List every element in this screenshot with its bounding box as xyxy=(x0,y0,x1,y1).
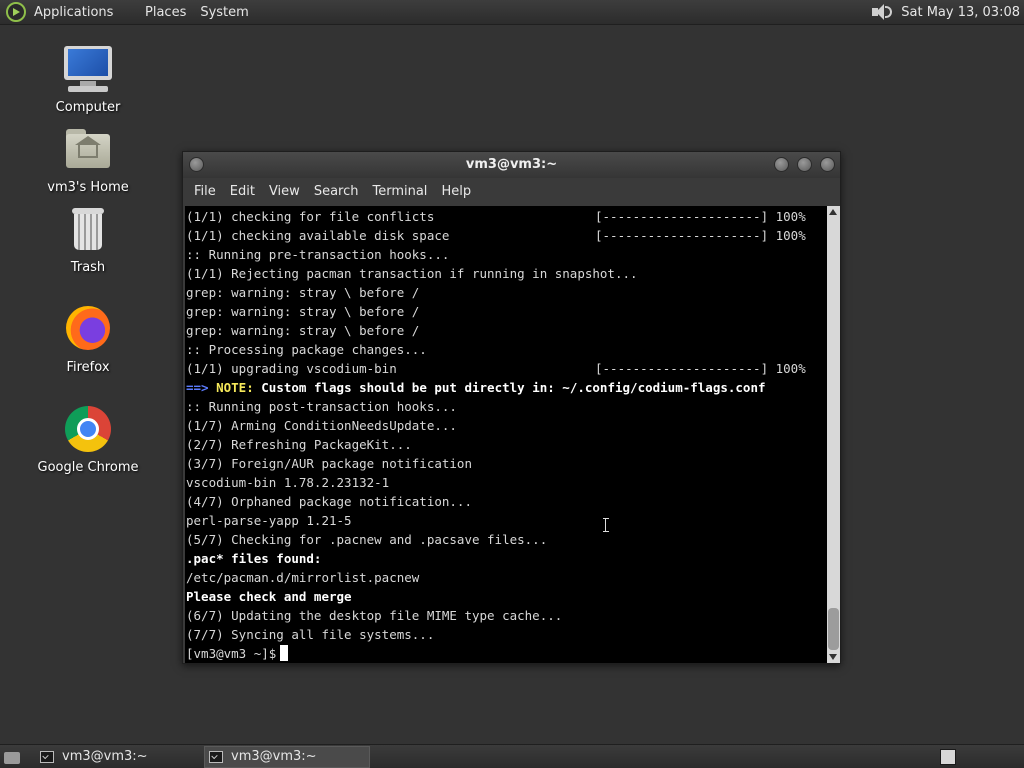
desktop-icon-label: Trash xyxy=(70,260,106,275)
home-folder-icon xyxy=(62,124,114,176)
menu-help[interactable]: Help xyxy=(434,178,478,205)
desktop-icon-chrome[interactable]: Google Chrome xyxy=(28,404,148,475)
trash-icon xyxy=(62,204,114,256)
computer-icon xyxy=(62,44,114,96)
terminal-line: (1/1) upgrading vscodium-bin [-----------… xyxy=(186,361,806,376)
maximize-button[interactable] xyxy=(797,157,812,172)
window-title: vm3@vm3:~ xyxy=(465,157,558,172)
panel-clock[interactable]: Sat May 13, 03:08 xyxy=(901,5,1020,20)
terminal-icon xyxy=(209,750,223,763)
top-panel: Applications Places System Sat May 13, 0… xyxy=(0,0,1024,25)
terminal-icon xyxy=(40,750,54,763)
places-menu[interactable]: Places xyxy=(138,0,193,25)
text-cursor xyxy=(280,645,289,661)
menu-file[interactable]: File xyxy=(187,178,223,205)
terminal-prompt: [vm3@vm3 ~]$ xyxy=(186,646,277,661)
close-button[interactable] xyxy=(820,157,835,172)
scroll-down-arrow-icon[interactable] xyxy=(829,654,837,660)
menu-terminal[interactable]: Terminal xyxy=(365,178,434,205)
desktop-icon-trash[interactable]: Trash xyxy=(28,204,148,275)
terminal-line: (1/1) Rejecting pacman transaction if ru… xyxy=(186,266,638,281)
firefox-icon xyxy=(62,304,114,356)
menu-search[interactable]: Search xyxy=(307,178,366,205)
minimize-button[interactable] xyxy=(774,157,789,172)
applications-menu[interactable]: Applications xyxy=(32,0,138,25)
terminal-scrollbar[interactable] xyxy=(827,206,840,663)
desktop-icon-label: vm3's Home xyxy=(47,180,129,195)
terminal-line: (1/7) Arming ConditionNeedsUpdate... xyxy=(186,418,457,433)
terminal-line: :: Processing package changes... xyxy=(186,342,427,357)
taskbar-item-label: vm3@vm3:~ xyxy=(231,749,317,764)
window-titlebar[interactable]: vm3@vm3:~ xyxy=(183,152,840,178)
desktop-icon-label: Firefox xyxy=(66,360,110,375)
terminal-line: grep: warning: stray \ before / xyxy=(186,285,420,300)
terminal-line: (6/7) Updating the desktop file MIME typ… xyxy=(186,608,563,623)
desktop-icon-label: Computer xyxy=(55,100,121,115)
terminal-line: /etc/pacman.d/mirrorlist.pacnew xyxy=(186,570,420,585)
menu-view[interactable]: View xyxy=(262,178,307,205)
terminal-line: (1/1) checking available disk space [----… xyxy=(186,228,806,243)
desktop-icon-label: Google Chrome xyxy=(37,460,139,475)
terminal-line: :: Running post-transaction hooks... xyxy=(186,399,457,414)
desktop-icon-firefox[interactable]: Firefox xyxy=(28,304,148,375)
mouse-ibeam-icon xyxy=(603,518,611,532)
mate-menu-icon[interactable] xyxy=(6,2,26,22)
terminal-line: grep: warning: stray \ before / xyxy=(186,323,420,338)
chrome-icon xyxy=(62,404,114,456)
terminal-line: (5/7) Checking for .pacnew and .pacsave … xyxy=(186,532,548,547)
taskbar-item-terminal-active[interactable]: vm3@vm3:~ xyxy=(204,745,370,768)
terminal-menubar: File Edit View Search Terminal Help xyxy=(183,178,840,205)
terminal-line: (4/7) Orphaned package notification... xyxy=(186,494,472,509)
terminal-line: Please check and merge xyxy=(186,589,352,604)
terminal-line: grep: warning: stray \ before / xyxy=(186,304,420,319)
desktop-icon-computer[interactable]: Computer xyxy=(28,44,148,115)
panel-tray: Sat May 13, 03:08 xyxy=(871,0,1024,25)
terminal-line: ==> NOTE: Custom flags should be put dir… xyxy=(186,380,766,395)
terminal-line: (7/7) Syncing all file systems... xyxy=(186,627,435,642)
terminal-line: vscodium-bin 1.78.2.23132-1 xyxy=(186,475,390,490)
terminal-prompt-line[interactable]: [vm3@vm3 ~]$ xyxy=(186,644,827,663)
terminal-output[interactable]: (1/1) checking for file conflicts [------… xyxy=(185,206,827,663)
scrollbar-thumb[interactable] xyxy=(828,608,839,650)
menu-edit[interactable]: Edit xyxy=(223,178,262,205)
terminal-line: (3/7) Foreign/AUR package notification xyxy=(186,456,472,471)
bottom-panel: vm3@vm3:~ vm3@vm3:~ xyxy=(0,744,1024,768)
taskbar-item-terminal[interactable]: vm3@vm3:~ xyxy=(36,746,202,768)
scroll-up-arrow-icon[interactable] xyxy=(829,209,837,215)
terminal-window: vm3@vm3:~ File Edit View Search Terminal… xyxy=(182,151,841,664)
system-menu[interactable]: System xyxy=(193,0,255,25)
terminal-line: :: Running pre-transaction hooks... xyxy=(186,247,450,262)
window-menu-button[interactable] xyxy=(189,157,204,172)
show-desktop-icon[interactable] xyxy=(2,748,24,766)
workspace-switcher[interactable] xyxy=(940,749,956,765)
terminal-line: .pac* files found: xyxy=(186,551,322,566)
terminal-line: (2/7) Refreshing PackageKit... xyxy=(186,437,412,452)
volume-icon[interactable] xyxy=(871,2,893,22)
taskbar-item-label: vm3@vm3:~ xyxy=(62,749,148,764)
terminal-line: (1/1) checking for file conflicts [------… xyxy=(186,209,806,224)
desktop-icon-home[interactable]: vm3's Home xyxy=(28,124,148,195)
terminal-line: perl-parse-yapp 1.21-5 xyxy=(186,513,352,528)
